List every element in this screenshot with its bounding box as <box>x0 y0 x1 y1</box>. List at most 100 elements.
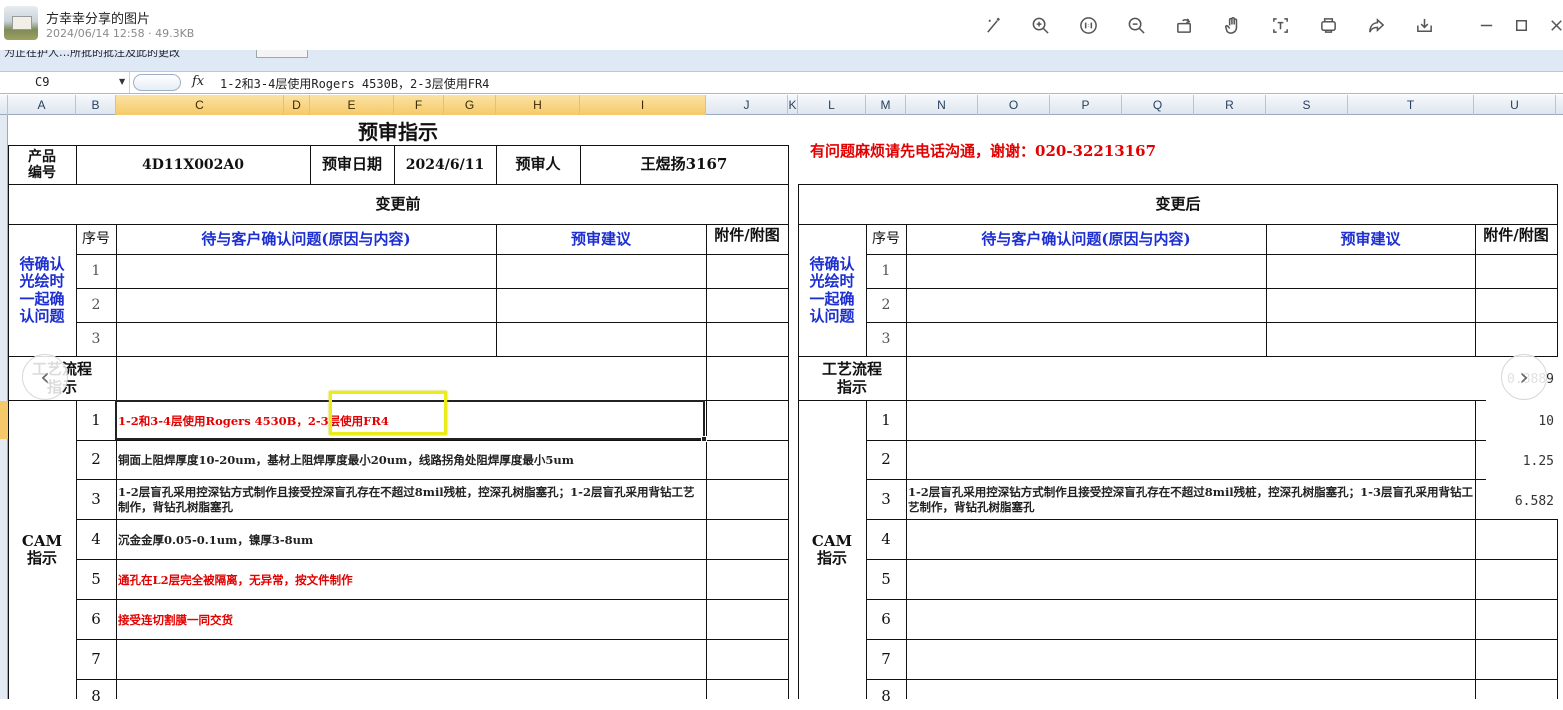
before-cam-row-1-no: 1 <box>91 410 101 429</box>
after-cam-row-3-text[interactable]: 1-2层盲孔采用控深钻方式制作且接受控深盲孔存在不超过8mil残桩，控深孔树脂塞… <box>908 480 1474 519</box>
before-suggest-header: 预审建议 <box>570 229 631 248</box>
after-confirm-row-3: 3 <box>881 331 891 348</box>
maximize-icon[interactable] <box>1508 12 1534 38</box>
before-cam-row-2-text[interactable]: 铜面上阻焊厚度10-20um，基材上阻焊厚度最小20um，线路拐角处阻焊厚度最小… <box>118 441 704 479</box>
column-header-r[interactable]: R <box>1194 95 1266 115</box>
file-name: 方幸幸分享的图片 <box>46 12 151 27</box>
u-value-4[interactable]: 6.582 <box>1478 487 1554 515</box>
share-icon[interactable] <box>1363 12 1389 38</box>
reviewer-value[interactable]: 王煜扬3167 <box>580 146 788 184</box>
before-cam-row-4-text[interactable]: 沉金金厚0.05-0.1um，镍厚3-8um <box>118 520 704 559</box>
actual-size-icon[interactable] <box>1075 12 1101 38</box>
after-suggest-header: 预审建议 <box>1340 229 1401 248</box>
next-image-button[interactable]: › <box>1501 354 1547 400</box>
sheet-title: 预审指示 <box>358 119 438 144</box>
before-cam-row-4-no: 4 <box>91 529 101 548</box>
after-cam-row-4-no: 4 <box>881 529 891 548</box>
reviewer-label: 预审人 <box>515 155 561 174</box>
hidden-strip-button <box>256 50 308 58</box>
zoom-out-icon[interactable] <box>1123 12 1149 38</box>
u-value-3[interactable]: 1.25 <box>1478 447 1554 475</box>
before-cam-row-2-no: 2 <box>91 450 101 469</box>
before-seq-header: 序号 <box>82 231 110 248</box>
select-all-corner[interactable] <box>0 95 8 115</box>
column-header-g[interactable]: G <box>444 95 496 115</box>
column-header-m[interactable]: M <box>866 95 906 115</box>
u-value-2[interactable]: 10 <box>1478 407 1554 435</box>
after-cam-label: CAM 指示 <box>811 531 853 567</box>
close-icon[interactable] <box>1543 12 1563 38</box>
column-header-i[interactable]: I <box>580 95 706 115</box>
hand-icon[interactable] <box>1219 12 1245 38</box>
column-header-l[interactable]: L <box>798 95 866 115</box>
before-confirm-row-1: 1 <box>91 263 101 280</box>
minimize-icon[interactable] <box>1473 12 1499 38</box>
spreadsheet-grid: 预审指示 有问题麻烦请先电话沟通，谢谢：020-32213167 产品 编号 4… <box>8 115 1563 705</box>
after-confirm-label: 待确认 光绘时 一起确 认问题 <box>809 255 855 325</box>
before-cam-row-3-text[interactable]: 1-2层盲孔采用控深钻方式制作且接受控深盲孔存在不超过8mil残桩，控深孔树脂塞… <box>118 480 704 519</box>
before-cam-row-8-no: 8 <box>91 687 101 705</box>
after-cam-row-5-no: 5 <box>881 569 891 588</box>
after-confirm-row-2: 2 <box>881 297 891 314</box>
column-header-b[interactable]: B <box>76 95 116 115</box>
image-thumbnail <box>4 6 38 40</box>
before-question-header: 待与客户确认问题(原因与内容) <box>201 229 411 248</box>
product-no-value[interactable]: 4D11X002A0 <box>76 146 310 184</box>
column-header-h[interactable]: H <box>496 95 580 115</box>
rotate-icon[interactable] <box>1171 12 1197 38</box>
column-header-n[interactable]: N <box>906 95 978 115</box>
chevron-right-icon: › <box>1519 363 1529 391</box>
before-section-title: 变更前 <box>375 194 421 213</box>
formula-bar: C9 ▼ fx 1-2和3-4层使用Rogers 4530B，2-3层使用FR4 <box>0 72 1563 94</box>
before-confirm-label: 待确认 光绘时 一起确 认问题 <box>19 255 65 325</box>
column-header-q[interactable]: Q <box>1122 95 1194 115</box>
after-cam-row-3-no: 3 <box>881 489 891 508</box>
after-question-header: 待与客户确认问题(原因与内容) <box>981 229 1191 248</box>
name-box-dropdown-icon[interactable]: ▼ <box>119 77 125 86</box>
column-header-s[interactable]: S <box>1266 95 1348 115</box>
product-no-label: 产品 编号 <box>28 148 56 181</box>
formula-input[interactable]: 1-2和3-4层使用Rogers 4530B，2-3层使用FR4 <box>220 75 489 92</box>
column-header-t[interactable]: T <box>1348 95 1474 115</box>
fx-icon[interactable]: fx <box>192 74 204 89</box>
column-header-c[interactable]: C <box>116 95 284 115</box>
ocr-text-icon[interactable] <box>1267 12 1293 38</box>
after-cam-row-2-no: 2 <box>881 450 891 469</box>
before-cam-row-6-text[interactable]: 接受连切割膜一同交货 <box>118 600 704 639</box>
column-header-a[interactable]: A <box>8 95 76 115</box>
after-attach-header: 附件/附图 <box>1483 226 1549 244</box>
after-cam-row-6-no: 6 <box>881 609 891 628</box>
magic-wand-icon[interactable] <box>980 12 1006 38</box>
column-header-u[interactable]: U <box>1474 95 1556 115</box>
after-section-title: 变更后 <box>1155 194 1201 213</box>
fill-handle[interactable] <box>701 436 707 442</box>
after-cam-row-7-no: 7 <box>881 649 891 668</box>
column-header-k[interactable]: K <box>788 95 798 115</box>
column-header-d[interactable]: D <box>284 95 310 115</box>
column-header-o[interactable]: O <box>978 95 1050 115</box>
name-box[interactable]: C9 <box>0 72 130 93</box>
before-cam-label: CAM 指示 <box>21 531 63 567</box>
prev-image-button[interactable]: ‹ <box>22 354 68 400</box>
column-header-j[interactable]: J <box>706 95 788 115</box>
screenshot-icon[interactable] <box>1315 12 1341 38</box>
viewer-titlebar: 方幸幸分享的图片 2024/06/14 12:58 · 49.3KB <box>0 0 1563 50</box>
column-header-e[interactable]: E <box>310 95 394 115</box>
before-attach-header: 附件/附图 <box>714 226 780 244</box>
column-header-p[interactable]: P <box>1050 95 1122 115</box>
column-header-f[interactable]: F <box>394 95 444 115</box>
review-date-label: 预审日期 <box>321 155 382 174</box>
formula-toggle-button[interactable] <box>133 74 181 91</box>
row-header-selected[interactable] <box>0 401 8 439</box>
before-cam-row-5-text[interactable]: 通孔在L2层完全被隔离，无异常，按文件制作 <box>118 560 704 599</box>
download-icon[interactable] <box>1411 12 1437 38</box>
before-cam-row-3-no: 3 <box>91 489 101 508</box>
before-cam-row-6-no: 6 <box>91 609 101 628</box>
chevron-left-icon: ‹ <box>40 363 50 391</box>
highlight-annotation-box <box>329 391 447 435</box>
before-confirm-row-3: 3 <box>91 331 101 348</box>
after-process-label: 工艺流程 指示 <box>821 360 882 396</box>
zoom-in-icon[interactable] <box>1027 12 1053 38</box>
notice-text: 有问题麻烦请先电话沟通，谢谢：020-32213167 <box>810 141 1157 160</box>
review-date-value[interactable]: 2024/6/11 <box>394 146 496 184</box>
